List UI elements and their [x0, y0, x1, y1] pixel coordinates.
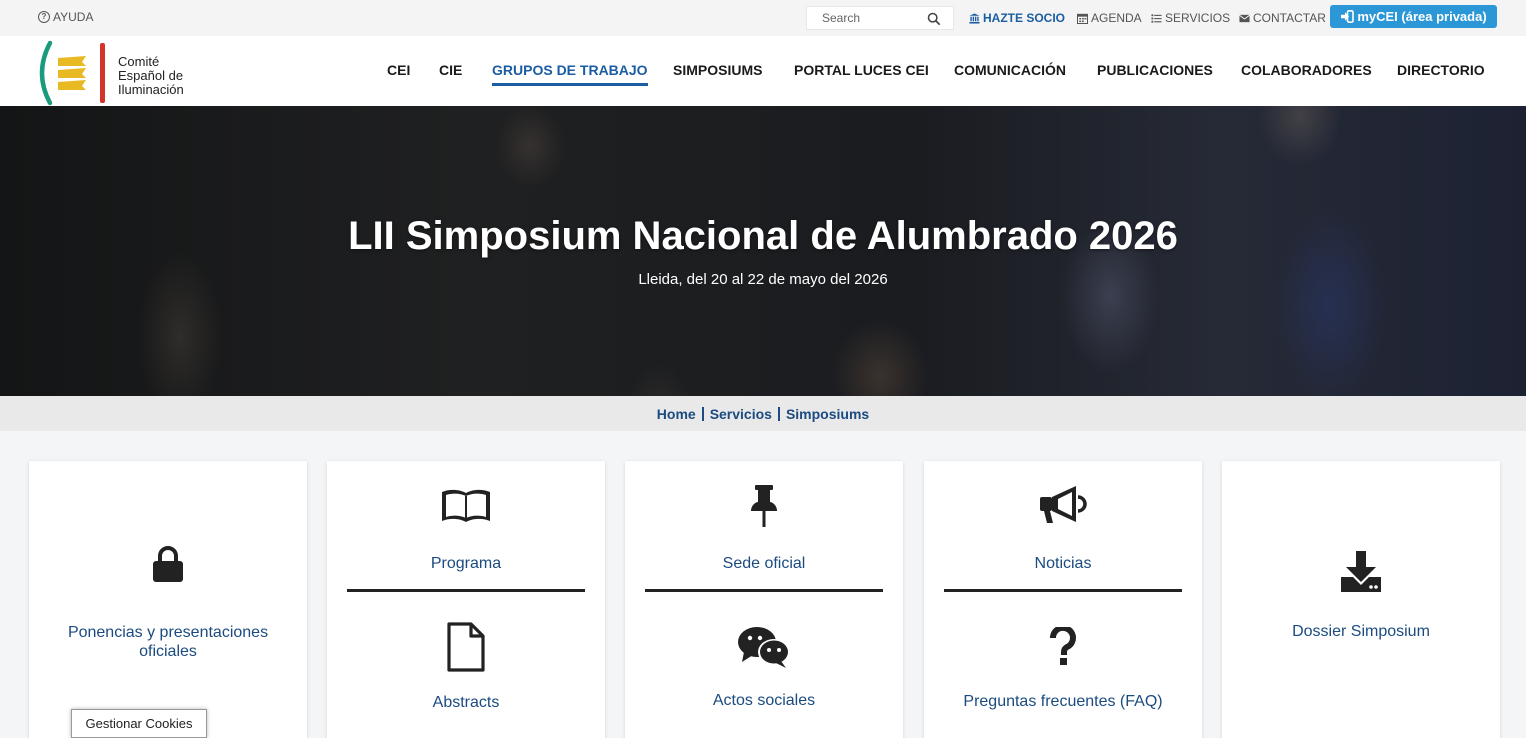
logo-wordmark: Comité Español de Iluminación: [118, 55, 184, 97]
abstracts-label: Abstracts: [432, 694, 500, 711]
nav-publicaciones[interactable]: PUBLICACIONES: [1097, 62, 1213, 78]
chat-bubbles-icon: [738, 627, 790, 668]
programa-link[interactable]: Programa: [327, 487, 605, 573]
breadcrumb-simposiums[interactable]: Simposiums: [786, 406, 869, 422]
nav-grupos-de-trabajo[interactable]: GRUPOS DE TRABAJO: [492, 62, 648, 86]
ponencias-link[interactable]: Ponencias y presentaciones oficiales: [29, 545, 307, 661]
search-input[interactable]: [807, 11, 927, 25]
card-sede-actos: Sede oficial Actos sociales: [625, 461, 903, 738]
abstracts-link[interactable]: Abstracts: [327, 622, 605, 712]
noticias-label: Noticias: [1034, 555, 1092, 572]
hazte-socio-label: HAZTE SOCIO: [983, 11, 1066, 25]
search-box: [806, 6, 954, 30]
nav-directorio[interactable]: DIRECTORIO: [1397, 62, 1485, 78]
breadcrumb: Home Servicios Simposiums: [0, 396, 1526, 431]
sign-in-icon: [1341, 10, 1355, 23]
nav-cei[interactable]: CEI: [387, 62, 410, 78]
servicios-label: SERVICIOS: [1165, 11, 1231, 25]
breadcrumb-home[interactable]: Home: [657, 406, 696, 422]
nav-colaboradores[interactable]: COLABORADORES: [1241, 62, 1372, 78]
question-icon: [1049, 627, 1076, 665]
top-utility-bar: ? AYUDA HAZTE SOCIO AGENDA: [0, 0, 1526, 36]
gestionar-cookies-button[interactable]: Gestionar Cookies: [71, 709, 207, 738]
breadcrumb-separator: [701, 406, 704, 421]
list-icon: [1151, 13, 1162, 23]
card-ponencias: Ponencias y presentaciones oficiales: [29, 461, 307, 738]
noticias-link[interactable]: Noticias: [924, 483, 1202, 573]
contactar-label: CONTACTAR: [1253, 11, 1326, 25]
card-noticias-faq: Noticias Preguntas frecuentes (FAQ): [924, 461, 1202, 738]
dossier-link[interactable]: Dossier Simposium: [1222, 549, 1500, 641]
dossier-label: Dossier Simposium: [1292, 623, 1430, 640]
breadcrumb-separator: [777, 406, 780, 421]
cei-logo[interactable]: Comité Español de Iluminación: [36, 40, 206, 106]
card-divider: [944, 589, 1182, 592]
download-icon: [1341, 551, 1381, 592]
card-divider: [645, 589, 883, 592]
card-programa-abstracts: Programa Abstracts: [327, 461, 605, 738]
book-open-icon: [442, 489, 490, 522]
breadcrumb-servicios[interactable]: Servicios: [710, 406, 772, 422]
megaphone-icon: [1040, 486, 1087, 523]
thumbtack-icon: [751, 485, 777, 527]
card-divider: [347, 589, 585, 592]
nav-comunicacion[interactable]: COMUNICACIÓN: [954, 62, 1066, 78]
institution-icon: [969, 12, 980, 24]
mycei-button[interactable]: myCEI (área privada): [1330, 5, 1497, 28]
help-circle-icon: ?: [38, 11, 50, 23]
programa-label: Programa: [430, 555, 502, 572]
calendar-icon: [1077, 13, 1088, 24]
sede-oficial-label: Sede oficial: [722, 555, 806, 572]
envelope-icon: [1239, 14, 1250, 22]
ayuda-link[interactable]: ? AYUDA: [38, 10, 93, 24]
agenda-link[interactable]: AGENDA: [1077, 11, 1142, 25]
cei-logo-mark: [39, 40, 105, 106]
lock-icon: [153, 546, 183, 582]
contactar-link[interactable]: CONTACTAR: [1239, 11, 1326, 25]
actos-sociales-label: Actos sociales: [712, 692, 816, 709]
actos-sociales-link[interactable]: Actos sociales: [625, 624, 903, 710]
faq-label: Preguntas frecuentes (FAQ): [963, 693, 1163, 710]
faq-link[interactable]: Preguntas frecuentes (FAQ): [924, 627, 1202, 711]
hero-title: LII Simposium Nacional de Alumbrado 2026: [348, 214, 1178, 258]
ponencias-label: Ponencias y presentaciones oficiales: [67, 624, 269, 660]
nav-portal-luces-cei[interactable]: PORTAL LUCES CEI: [794, 62, 929, 78]
logo-line-1: Comité: [118, 54, 160, 69]
file-icon: [447, 622, 485, 672]
nav-simposiums[interactable]: SIMPOSIUMS: [673, 62, 762, 78]
card-dossier: Dossier Simposium: [1222, 461, 1500, 738]
ayuda-label: AYUDA: [53, 10, 94, 24]
main-header: Comité Español de Iluminación CEI CIE GR…: [0, 36, 1526, 106]
sede-oficial-link[interactable]: Sede oficial: [625, 483, 903, 573]
hero-subtitle: Lleida, del 20 al 22 de mayo del 2026: [638, 271, 888, 288]
hero-banner: LII Simposium Nacional de Alumbrado 2026…: [0, 106, 1526, 396]
logo-line-3: Iluminación: [118, 82, 184, 97]
nav-cie[interactable]: CIE: [439, 62, 462, 78]
logo-line-2: Español de: [118, 68, 184, 83]
hazte-socio-link[interactable]: HAZTE SOCIO: [969, 11, 1065, 25]
mycei-label: myCEI (área privada): [1357, 9, 1487, 24]
servicios-link[interactable]: SERVICIOS: [1151, 11, 1230, 25]
search-icon[interactable]: [927, 12, 941, 26]
agenda-label: AGENDA: [1091, 11, 1142, 25]
